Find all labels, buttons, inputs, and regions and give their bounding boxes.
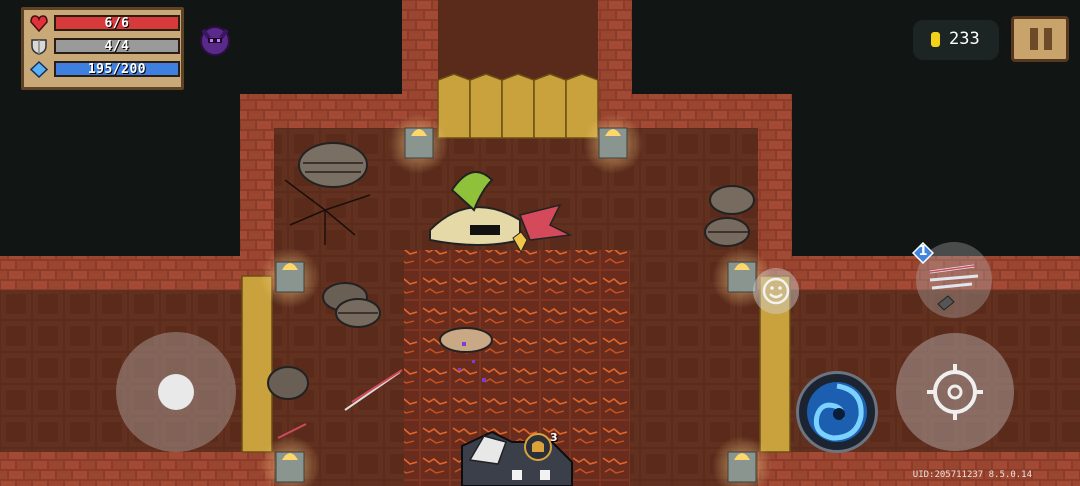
- gold-coin-icon: [931, 32, 940, 47]
- armor-row: 4/4: [30, 37, 180, 56]
- pause-icon: [1030, 28, 1038, 50]
- health-bar: 6/6: [54, 15, 180, 31]
- health-row: 6/6: [30, 14, 180, 33]
- player-helmet-icon: [524, 433, 552, 461]
- energy-row: 195/200: [30, 60, 180, 79]
- player-stats-panel: 6/6 4/4 195/200: [21, 7, 184, 90]
- game-viewport: 6/6 4/4 195/200 233 1 3 UID:205711237 8.…: [0, 0, 1080, 486]
- coin-counter: 233: [913, 20, 999, 60]
- energy-crystal-icon: [30, 61, 48, 78]
- shield-icon: [31, 39, 47, 55]
- energy-bar: 195/200: [54, 61, 180, 77]
- skill-button[interactable]: [796, 371, 878, 453]
- emote-button[interactable]: [753, 268, 799, 314]
- player-level-badge: 3: [523, 431, 559, 468]
- pause-button[interactable]: [1011, 16, 1069, 62]
- joystick-knob[interactable]: [158, 374, 194, 410]
- coin-count: 233: [949, 29, 980, 49]
- player-level: 3: [550, 431, 558, 444]
- crosshair-attack-icon: [927, 364, 983, 420]
- smiley-emote-icon: [762, 277, 790, 305]
- health-text: 6/6: [104, 16, 130, 31]
- demon-helmet-buff-icon[interactable]: [197, 22, 233, 58]
- weapon-count-badge: 1: [912, 242, 934, 264]
- energy-text: 195/200: [87, 62, 147, 77]
- armor-bar: 4/4: [54, 38, 180, 54]
- weapon-count: 1: [918, 244, 928, 259]
- user-id-label: UID:205711237 8.5.0.14: [912, 470, 1032, 480]
- movement-joystick[interactable]: [116, 332, 236, 452]
- vortex-skill-icon: [807, 382, 867, 442]
- heart-icon: [30, 15, 48, 32]
- armor-text: 4/4: [104, 39, 130, 54]
- attack-button[interactable]: [896, 333, 1014, 451]
